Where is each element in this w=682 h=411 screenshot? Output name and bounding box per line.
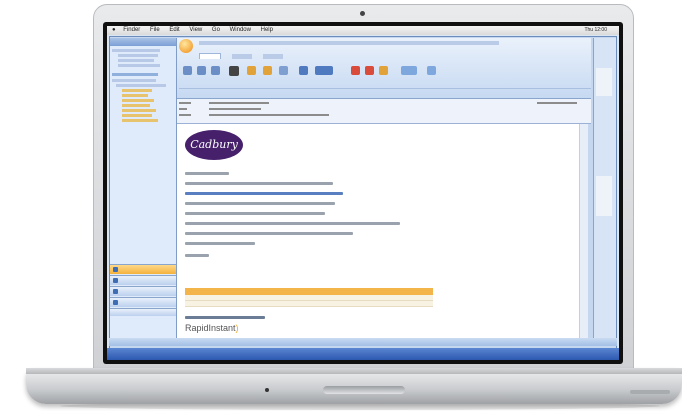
tab-adobe-pdf[interactable] <box>263 54 284 59</box>
body-line <box>185 212 325 215</box>
nav-pane-header <box>110 38 176 46</box>
categorize-icon[interactable] <box>351 66 360 75</box>
mini-calendar <box>596 68 612 96</box>
calendar-icon <box>113 278 118 283</box>
order-table-header <box>185 288 433 295</box>
screen: ● Finder File Edit View Go Window Help T… <box>107 26 619 360</box>
status-bar <box>109 338 617 346</box>
sent-date <box>537 102 577 104</box>
subject-label <box>179 114 191 116</box>
mark-unread-icon[interactable] <box>379 66 388 75</box>
folder-tree <box>112 49 172 124</box>
create-rule-icon[interactable] <box>263 66 272 75</box>
reply-icon[interactable] <box>183 66 192 75</box>
body-line <box>185 242 255 245</box>
contacts-icon <box>113 289 118 294</box>
powered-by-line <box>185 316 265 319</box>
find-icon[interactable] <box>401 66 417 75</box>
to-label <box>179 108 187 110</box>
from-value <box>209 102 269 104</box>
nav-button-calendar[interactable] <box>110 275 176 285</box>
ribbon-tabs <box>199 53 293 60</box>
apple-icon[interactable]: ● <box>112 26 116 35</box>
nav-button-contacts[interactable] <box>110 286 176 296</box>
menu-window[interactable]: Window <box>230 26 251 35</box>
block-sender-icon[interactable] <box>299 66 308 75</box>
mail-icon <box>113 267 118 272</box>
follow-up-icon[interactable] <box>365 66 374 75</box>
folder-item[interactable] <box>122 119 158 122</box>
folder-item[interactable] <box>122 114 152 117</box>
lid-latch <box>323 386 405 394</box>
nav-button-bar[interactable] <box>110 308 176 316</box>
footer-brand-text: RapidInstant <box>185 323 236 333</box>
taskbar <box>107 348 619 360</box>
hinge <box>26 368 682 374</box>
tab-developer[interactable] <box>232 54 253 59</box>
folder-item[interactable] <box>112 73 158 76</box>
menu-clock: Thu 12:00 <box>584 27 607 33</box>
body-line <box>185 172 229 175</box>
menu-go[interactable]: Go <box>212 26 220 35</box>
tab-message[interactable] <box>199 53 221 59</box>
body-line <box>185 232 353 235</box>
port-slot <box>630 390 670 394</box>
camera-icon <box>360 11 365 16</box>
mac-menu-bar: ● Finder File Edit View Go Window Help T… <box>107 26 619 35</box>
folder-item[interactable] <box>118 59 154 62</box>
delete-icon[interactable] <box>229 66 239 76</box>
nav-button-tasks[interactable] <box>110 297 176 307</box>
folder-item[interactable] <box>118 54 158 57</box>
quick-access-toolbar <box>199 41 499 45</box>
menu-finder[interactable]: Finder <box>123 26 140 35</box>
menu-help[interactable]: Help <box>261 26 273 35</box>
task-list <box>596 176 612 216</box>
rapidinstant-logo: RapidInstant) <box>185 323 239 333</box>
folder-item[interactable] <box>122 89 152 92</box>
nav-button-mail[interactable] <box>110 264 176 274</box>
from-label <box>179 102 191 104</box>
brand-arc-icon: ) <box>235 323 239 333</box>
folder-item[interactable] <box>118 64 160 67</box>
office-button-icon[interactable] <box>179 39 193 53</box>
onenote-icon[interactable] <box>427 66 436 75</box>
move-icon[interactable] <box>247 66 256 75</box>
menu-file[interactable]: File <box>150 26 160 35</box>
forward-icon[interactable] <box>211 66 220 75</box>
table-row <box>185 301 433 307</box>
to-value <box>209 108 261 110</box>
sleep-led-icon <box>265 388 269 392</box>
body-line <box>185 202 335 205</box>
folder-item[interactable] <box>112 79 156 82</box>
body-line <box>185 182 333 185</box>
junk-icon[interactable] <box>315 66 333 75</box>
tasks-icon <box>113 300 118 305</box>
folder-item[interactable] <box>122 94 148 97</box>
folder-item[interactable] <box>122 109 156 112</box>
scrollbar[interactable] <box>579 124 588 338</box>
cadbury-logo: Cadbury <box>185 130 243 160</box>
subject-value <box>209 114 329 116</box>
folder-item[interactable] <box>112 49 160 52</box>
menu-edit[interactable]: Edit <box>169 26 179 35</box>
reply-all-icon[interactable] <box>197 66 206 75</box>
body-line <box>185 222 400 225</box>
menu-view[interactable]: View <box>189 26 202 35</box>
body-link[interactable] <box>185 192 343 195</box>
folder-item[interactable] <box>122 104 150 107</box>
folder-item[interactable] <box>122 99 154 102</box>
ribbon-divider <box>179 88 591 89</box>
other-actions-icon[interactable] <box>279 66 288 75</box>
folder-item[interactable] <box>116 84 166 87</box>
order-details-label <box>185 254 209 257</box>
